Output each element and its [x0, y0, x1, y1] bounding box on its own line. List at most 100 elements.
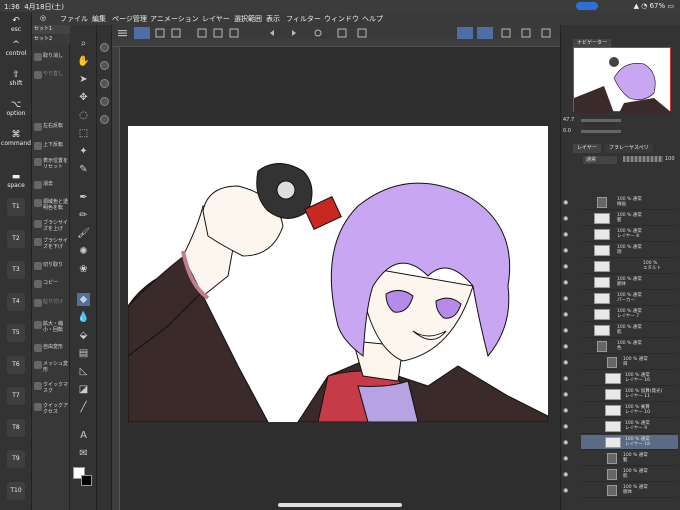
layer-row[interactable]: 100 % 通常 レイヤー 16 [581, 371, 678, 386]
eye-icon[interactable]: ◉ [563, 487, 571, 495]
figure-icon[interactable]: ◺ [77, 365, 90, 378]
eye-icon[interactable]: ◉ [563, 471, 571, 479]
eye-icon[interactable]: ◉ [563, 247, 571, 255]
eye-icon[interactable]: ◉ [563, 407, 571, 415]
eye-icon[interactable]: ◉ [563, 423, 571, 431]
menu-window[interactable]: ウィンドウ [324, 14, 359, 24]
t8-key[interactable]: T8 [7, 419, 25, 437]
layer-row[interactable]: 100 % 通常 レイヤー 8 [581, 227, 678, 242]
sub-color-swatch[interactable] [81, 475, 92, 486]
scale-rotate-item[interactable]: 拡大・縮小・回転 [33, 321, 69, 333]
tab-set1[interactable]: セット1 [32, 25, 70, 34]
blend-icon[interactable]: 💧 [77, 311, 90, 324]
eye-icon[interactable]: ◉ [563, 215, 571, 223]
eye-icon[interactable]: ◉ [563, 343, 571, 351]
eye-icon[interactable]: ◉ [563, 263, 571, 271]
t7-key[interactable]: T7 [7, 387, 25, 405]
brush-icon[interactable]: 🖌 [77, 227, 90, 240]
space-key[interactable]: ▬ space [0, 172, 32, 189]
eye-icon[interactable]: ◉ [563, 391, 571, 399]
layer-row[interactable]: 100 % 通常髪 [581, 451, 678, 466]
layer-row[interactable]: 100 % 加算(発光) レイヤー 11 [581, 387, 678, 402]
menu-layer[interactable]: レイヤー [202, 14, 230, 24]
zoom-slider[interactable] [581, 119, 621, 122]
option-key[interactable]: ⌥ option [0, 100, 32, 117]
eye-icon[interactable]: ◉ [563, 295, 571, 303]
paste-item[interactable]: 貼り付け [33, 299, 69, 307]
menu-view[interactable]: 表示 [266, 14, 280, 24]
t1-key[interactable]: T1 [7, 198, 25, 216]
flip-h-item[interactable]: 左右反転 [33, 123, 69, 131]
layer-search-tab[interactable]: フラレーヤスペリ [605, 144, 653, 153]
layer-row[interactable]: 100 % 通常目 [581, 355, 678, 370]
control-key[interactable]: ^ control [0, 40, 32, 57]
move-layer-icon[interactable]: ✥ [77, 91, 90, 104]
t4-key[interactable]: T4 [7, 293, 25, 311]
blend-mode-select[interactable]: 通常 [583, 156, 617, 164]
brush-size-up-item[interactable]: ブラシサイズを上げ [33, 220, 69, 232]
balloon-icon[interactable]: ✉ [77, 447, 90, 460]
menu-selection[interactable]: 選択範囲 [234, 14, 262, 24]
brush-size-down-item[interactable]: ブラシサイズを下げ [33, 238, 69, 250]
layer-row[interactable]: 100 % 通常 レイヤー 9 [581, 419, 678, 434]
t9-key[interactable]: T9 [7, 450, 25, 468]
quick-mask-item[interactable]: クイックマスク [33, 382, 69, 394]
rotate-slider[interactable] [581, 130, 621, 133]
quick-access-item[interactable]: クイックアクセス [33, 403, 69, 415]
new-raster-icon[interactable] [100, 43, 109, 52]
reset-view-item[interactable]: 表示位置をリセット [33, 158, 69, 170]
fill-icon[interactable]: ⬙ [77, 329, 90, 342]
lock-icon[interactable] [100, 115, 109, 124]
layer-row[interactable]: 100 % 通常 胴体 [581, 483, 678, 498]
opacity-slider[interactable] [623, 156, 663, 162]
t6-key[interactable]: T6 [7, 356, 25, 374]
menu-file[interactable]: ファイル [60, 14, 88, 24]
layer-row[interactable]: 100 % 通常髪 [581, 211, 678, 226]
undo-item[interactable]: 取り消し [33, 53, 69, 61]
t3-key[interactable]: T3 [7, 261, 25, 279]
esc-key[interactable]: ↶ esc [0, 16, 32, 33]
layer-row[interactable]: 100 % 通常 胴体 [581, 275, 678, 290]
gradient-icon[interactable]: ▤ [77, 347, 90, 360]
redo-item[interactable]: やり直し [33, 71, 69, 79]
free-transform-item[interactable]: 自由変形 [33, 344, 69, 352]
eyedropper-icon[interactable]: ✎ [77, 163, 90, 176]
layer-row[interactable]: 100 % 乗算 レイヤー 10 [581, 403, 678, 418]
pencil-icon[interactable]: ✏ [77, 209, 90, 222]
swap-color-item[interactable]: 領域色と透明色を転 [33, 199, 69, 211]
layer-tab[interactable]: レイヤー [573, 144, 601, 153]
new-folder-icon[interactable] [100, 79, 109, 88]
layer-row-selected[interactable]: 100 % 通常 レイヤー 18 [581, 435, 678, 450]
eye-icon[interactable]: ◉ [563, 455, 571, 463]
t10-key[interactable]: T10 [7, 482, 25, 500]
eye-icon[interactable]: ◉ [563, 199, 571, 207]
ruler-icon[interactable]: ╱ [77, 401, 90, 414]
cut-item[interactable]: 切り取り [33, 262, 69, 270]
decoration-icon[interactable]: ❀ [77, 263, 90, 276]
eye-icon[interactable]: ◉ [563, 279, 571, 287]
tab-set2[interactable]: セット2 [32, 35, 70, 44]
menu-filter[interactable]: フィルター [286, 14, 321, 24]
selection-icon[interactable]: ⬚ [77, 127, 90, 140]
layer-row[interactable]: 100 % エタルト [581, 259, 678, 274]
layer-row[interactable]: 100 % 通常 レイヤー 7 [581, 307, 678, 322]
flip-v-item[interactable]: 上下反転 [33, 142, 69, 150]
eye-icon[interactable]: ◉ [563, 327, 571, 335]
zoom-icon[interactable]: ⌕ [77, 37, 90, 50]
shift-key[interactable]: ⇧ shift [0, 70, 32, 87]
auto-select-icon[interactable]: ✦ [77, 145, 90, 158]
hand-icon[interactable]: ✋ [77, 55, 90, 68]
menu-help[interactable]: ヘルプ [362, 14, 383, 24]
t2-key[interactable]: T2 [7, 230, 25, 248]
menu-edit[interactable]: 編集 [92, 14, 106, 24]
menu-animation[interactable]: アニメーション [150, 14, 199, 24]
eye-icon[interactable]: ◉ [563, 359, 571, 367]
navigator-thumbnail[interactable] [573, 47, 672, 113]
layer-row[interactable]: 100 % 通常色 [581, 339, 678, 354]
app-logo-icon[interactable]: ◎ [40, 14, 46, 22]
new-vector-icon[interactable] [100, 61, 109, 70]
pen-icon[interactable]: ✒ [77, 191, 90, 204]
lasso-icon[interactable]: ◌ [77, 109, 90, 122]
command-key[interactable]: ⌘ command [0, 130, 32, 147]
t5-key[interactable]: T5 [7, 324, 25, 342]
